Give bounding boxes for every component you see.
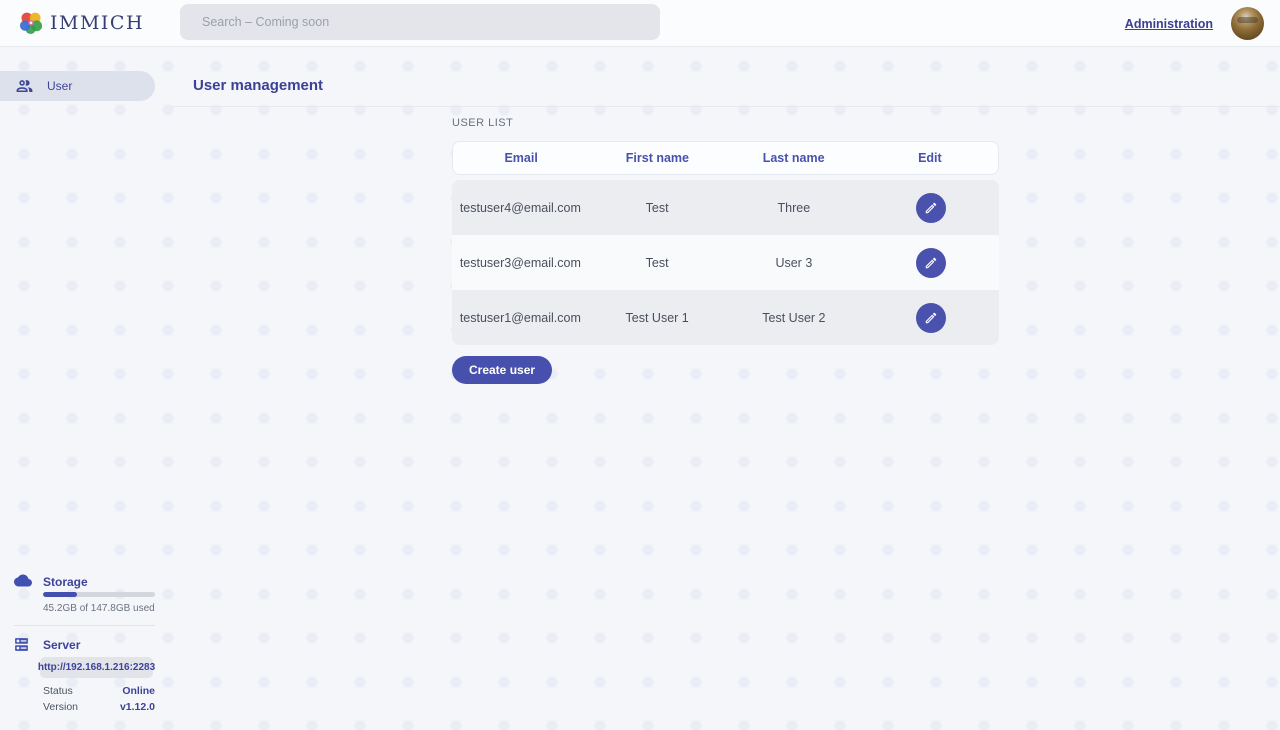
table-body: testuser4@email.com Test Three testuser3…	[452, 180, 999, 345]
immich-flower-icon	[18, 10, 44, 36]
sidebar-item-user[interactable]: User	[0, 71, 155, 101]
server-url-badge: http://192.168.1.216:2283	[40, 657, 153, 678]
cell-first-name: Test	[589, 201, 726, 215]
server-title: Server	[43, 638, 80, 652]
cell-edit	[862, 303, 999, 333]
version-value: v1.12.0	[120, 701, 155, 713]
topbar-right-group: Administration	[1125, 0, 1264, 47]
cell-email: testuser4@email.com	[452, 201, 589, 215]
sidebar-divider	[14, 625, 155, 626]
status-value: Online	[122, 685, 155, 697]
administration-link[interactable]: Administration	[1125, 17, 1213, 31]
sidebar-item-label: User	[47, 79, 72, 93]
cell-edit	[862, 248, 999, 278]
cell-last-name: Test User 2	[726, 311, 863, 325]
storage-title: Storage	[43, 575, 88, 589]
cell-last-name: User 3	[726, 256, 863, 270]
cell-edit	[862, 193, 999, 223]
column-header-edit: Edit	[862, 151, 998, 165]
storage-usage-text: 45.2GB of 147.8GB used	[43, 603, 155, 614]
user-avatar[interactable]	[1231, 7, 1264, 40]
column-header-email: Email	[453, 151, 589, 165]
pencil-icon	[924, 201, 938, 215]
server-dns-icon	[13, 636, 30, 653]
users-group-icon	[15, 77, 34, 96]
logo-wordmark: IMMICH	[50, 12, 144, 34]
server-status-row: Status Online	[43, 685, 155, 697]
column-header-first-name: First name	[589, 151, 725, 165]
cell-first-name: Test	[589, 256, 726, 270]
user-list-section-label: USER LIST	[452, 117, 513, 129]
storage-progress-fill	[43, 592, 77, 597]
cell-first-name: Test User 1	[589, 311, 726, 325]
top-navigation-bar: IMMICH Administration	[0, 0, 1280, 47]
page-title: User management	[193, 77, 323, 94]
create-user-button[interactable]: Create user	[452, 356, 552, 384]
cloud-icon	[14, 573, 32, 588]
pencil-icon	[924, 256, 938, 270]
edit-user-button[interactable]	[916, 248, 946, 278]
edit-user-button[interactable]	[916, 303, 946, 333]
cell-email: testuser3@email.com	[452, 256, 589, 270]
status-label: Status	[43, 685, 73, 697]
cell-last-name: Three	[726, 201, 863, 215]
column-header-last-name: Last name	[726, 151, 862, 165]
version-label: Version	[43, 701, 78, 713]
search-input[interactable]	[180, 4, 660, 40]
table-row: testuser1@email.com Test User 1 Test Use…	[452, 290, 999, 345]
table-row: testuser4@email.com Test Three	[452, 180, 999, 235]
cell-email: testuser1@email.com	[452, 311, 589, 325]
immich-logo[interactable]: IMMICH	[18, 10, 144, 36]
edit-user-button[interactable]	[916, 193, 946, 223]
server-version-row: Version v1.12.0	[43, 701, 155, 713]
table-header-row: EmailFirst nameLast nameEdit	[452, 141, 999, 175]
pencil-icon	[924, 311, 938, 325]
title-divider	[171, 106, 1280, 107]
table-row: testuser3@email.com Test User 3	[452, 235, 999, 290]
storage-progress-bar	[43, 592, 155, 597]
